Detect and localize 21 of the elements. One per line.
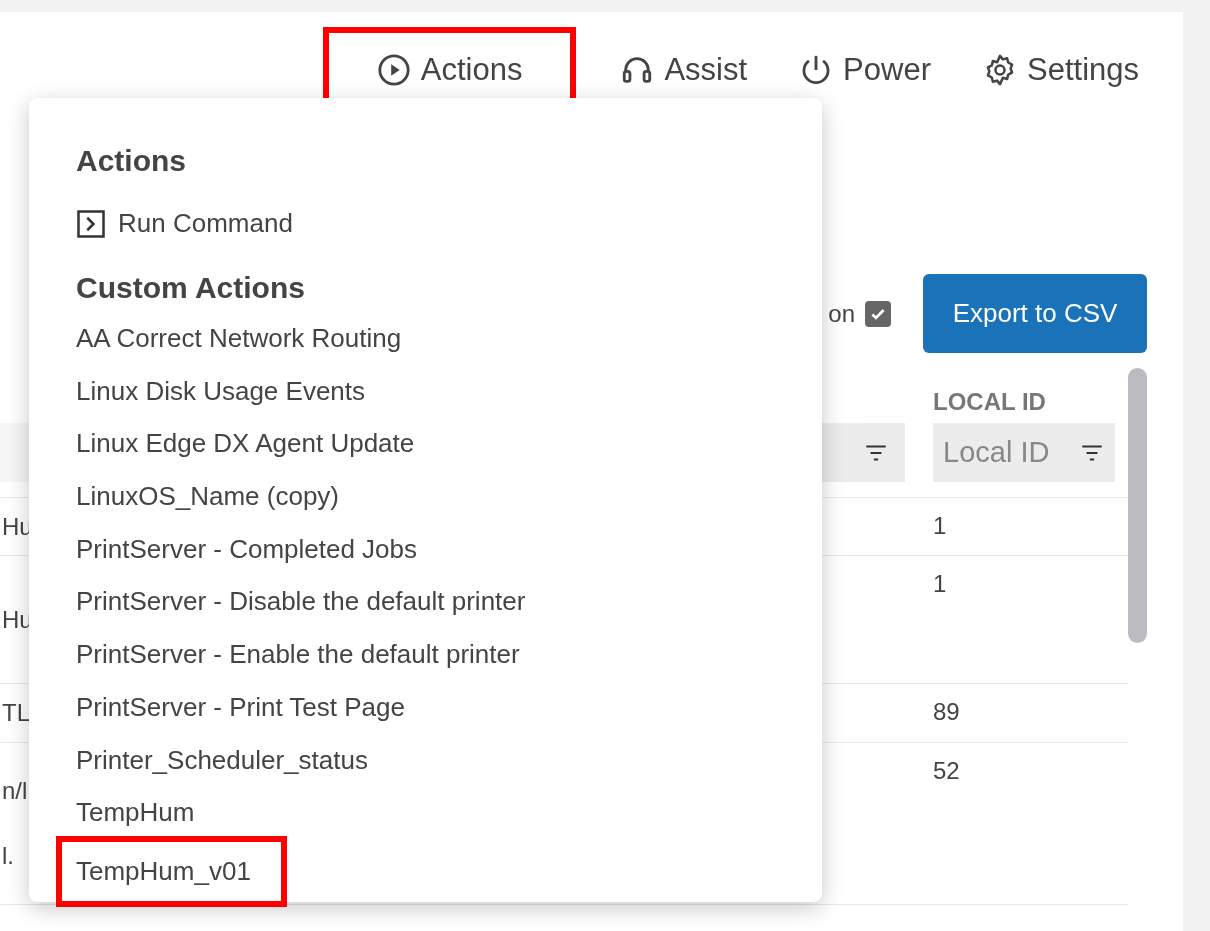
table-cell: l. — [2, 842, 14, 870]
checkbox[interactable] — [865, 300, 891, 327]
toolbar-button[interactable]: Power — [791, 27, 939, 112]
table-cell: 52 — [933, 757, 960, 784]
terminal-icon — [76, 208, 106, 239]
export-button[interactable]: Export to CSV — [923, 274, 1147, 353]
play-icon — [376, 52, 411, 87]
table-cell: 1 — [933, 512, 947, 539]
toolbar-button[interactable]: Settings — [975, 27, 1147, 112]
menu-item[interactable]: TempHum_v01 — [56, 835, 287, 907]
menu-item[interactable]: Run Command — [76, 208, 822, 239]
scrollbar-thumb[interactable] — [1128, 368, 1147, 643]
menu-heading: Actions — [76, 144, 187, 178]
table-cell: TL — [2, 699, 30, 727]
table-cell: n/l — [2, 777, 28, 805]
column-header: LOCAL ID — [933, 388, 1047, 417]
table-cell: 89 — [933, 698, 960, 725]
option-label: on — [828, 299, 855, 328]
toolbar-button[interactable]: Assist — [612, 27, 756, 112]
table-cell: 1 — [933, 570, 947, 597]
menu-heading: Custom Actions — [76, 271, 306, 305]
